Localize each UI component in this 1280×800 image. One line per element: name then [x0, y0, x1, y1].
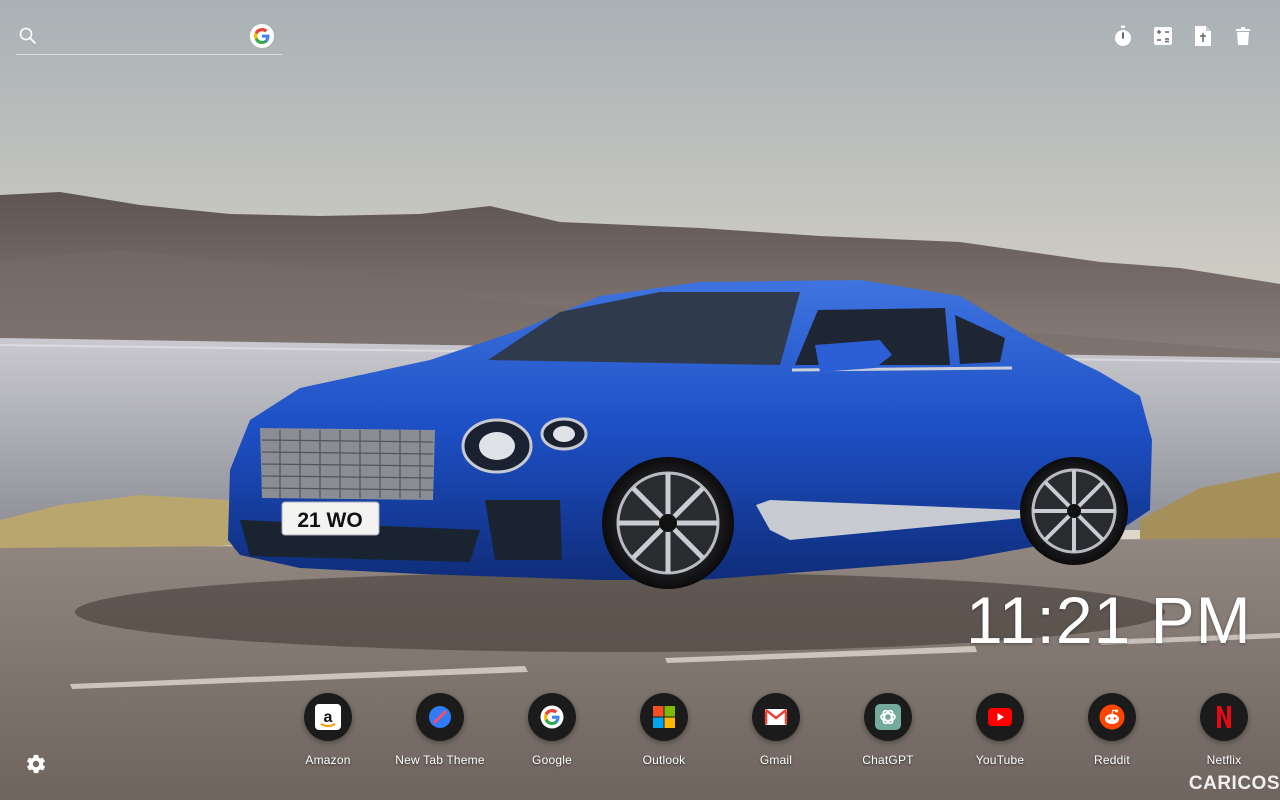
- shortcut-label: Amazon: [305, 753, 351, 767]
- shortcut-label: Netflix: [1206, 753, 1242, 767]
- shortcut-label: Reddit: [1094, 753, 1130, 767]
- shortcut-gmail[interactable]: Gmail: [720, 693, 832, 767]
- gmail-icon: [752, 693, 800, 741]
- stopwatch-icon[interactable]: [1112, 24, 1134, 48]
- microsoft-icon: [640, 693, 688, 741]
- shortcut-google[interactable]: Google: [496, 693, 608, 767]
- calculator-icon[interactable]: [1152, 24, 1174, 48]
- amazon-icon: a: [304, 693, 352, 741]
- search-bar: [16, 20, 282, 55]
- shortcut-label: YouTube: [975, 753, 1025, 767]
- new-tab-theme-icon: [416, 693, 464, 741]
- shortcut-label: Gmail: [759, 753, 793, 767]
- license-plate-text: 21 WO: [297, 509, 362, 532]
- shortcut-label: Google: [532, 753, 572, 767]
- svg-text:a: a: [324, 709, 333, 726]
- shortcut-new-tab-theme[interactable]: New Tab Theme: [384, 693, 496, 767]
- watermark-text: CARICOS: [1188, 773, 1280, 794]
- shortcut-label: Outlook: [642, 753, 686, 767]
- reddit-icon: [1088, 693, 1136, 741]
- shortcut-label: ChatGPT: [862, 753, 914, 767]
- google-icon: [528, 693, 576, 741]
- netflix-icon: [1200, 693, 1248, 741]
- shortcut-youtube[interactable]: YouTube: [944, 693, 1056, 767]
- wallpaper-car-photo: 21 WO: [0, 0, 1280, 800]
- search-input[interactable]: [46, 24, 250, 50]
- shortcut-outlook[interactable]: Outlook: [608, 693, 720, 767]
- gear-icon[interactable]: [25, 753, 47, 775]
- search-icon[interactable]: [18, 26, 38, 46]
- shortcut-netflix[interactable]: Netflix: [1168, 693, 1280, 767]
- document-icon[interactable]: [1192, 24, 1214, 48]
- toolbar: [1112, 24, 1254, 48]
- google-icon[interactable]: [250, 24, 274, 48]
- clock-time: 11:21 PM: [966, 583, 1252, 657]
- shortcut-label: New Tab Theme: [395, 753, 485, 767]
- shortcut-amazon[interactable]: a Amazon: [272, 693, 384, 767]
- shortcut-dock: a Amazon New Tab Theme Google Outlook Gm…: [272, 693, 1280, 767]
- trash-icon[interactable]: [1232, 24, 1254, 48]
- shortcut-reddit[interactable]: Reddit: [1056, 693, 1168, 767]
- youtube-icon: [976, 693, 1024, 741]
- chatgpt-icon: [864, 693, 912, 741]
- shortcut-chatgpt[interactable]: ChatGPT: [832, 693, 944, 767]
